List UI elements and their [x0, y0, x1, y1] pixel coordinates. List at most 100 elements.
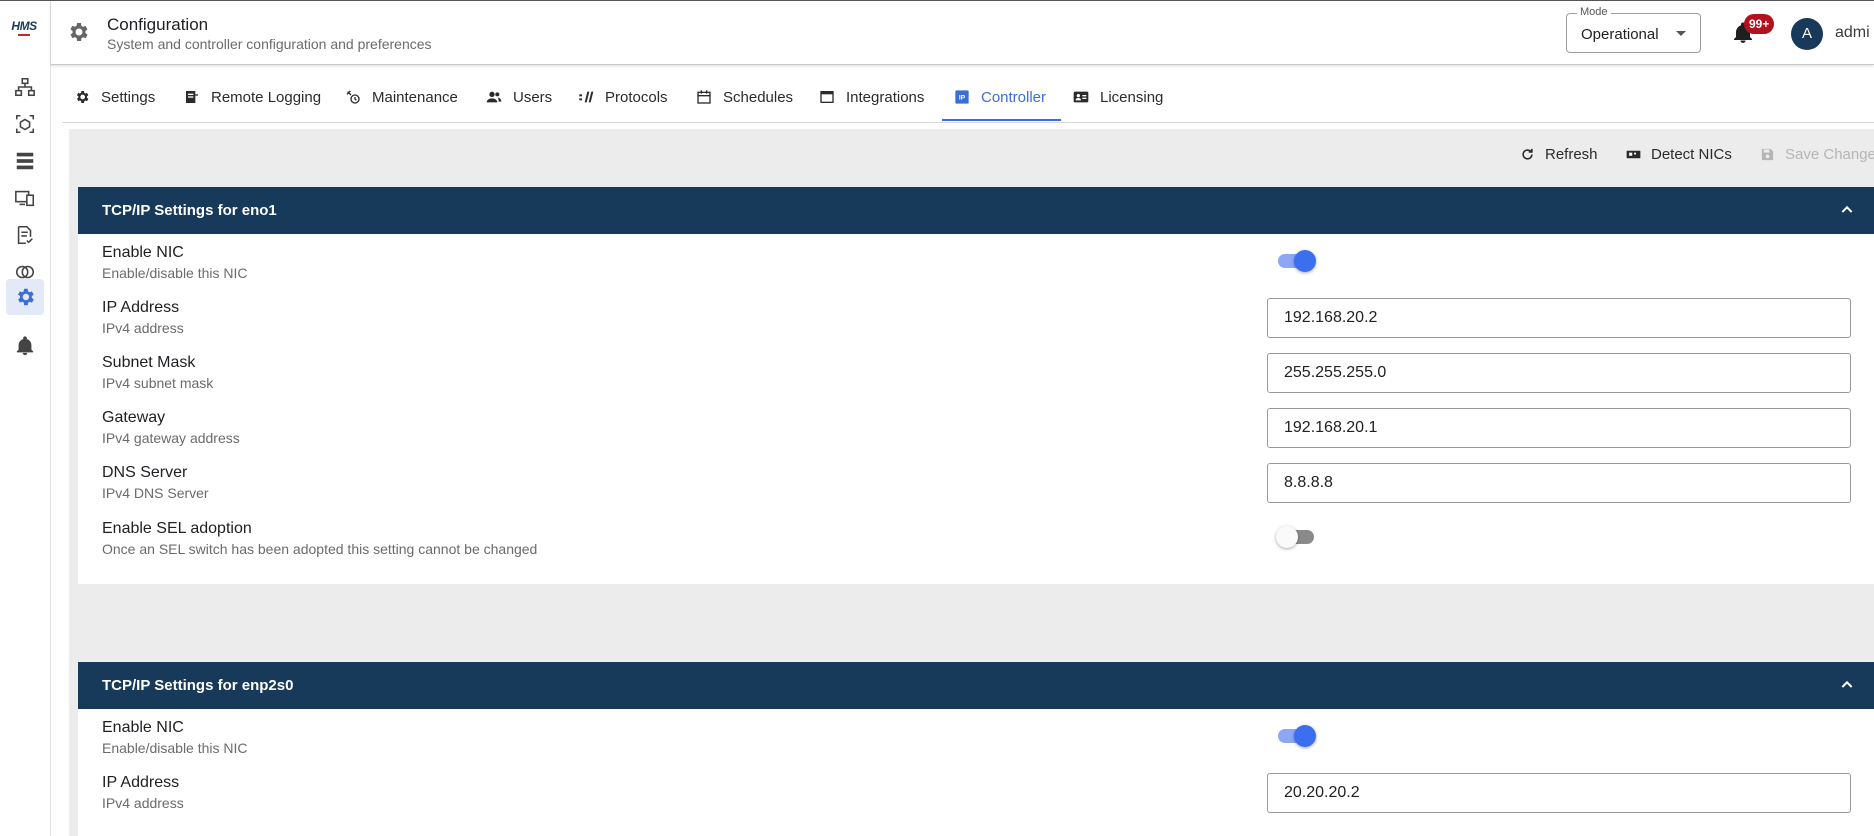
- tab-integrations[interactable]: Integrations: [819, 71, 924, 123]
- tab-label: Maintenance: [372, 88, 458, 106]
- section-header[interactable]: TCP/IP Settings for enp2s0: [78, 662, 1874, 709]
- nic-card-icon: [1626, 150, 1641, 159]
- gear-icon: [70, 23, 88, 41]
- devices-icon: [15, 190, 35, 207]
- setting-label: IP Address: [102, 774, 180, 791]
- setting-label: IP Address: [102, 299, 180, 316]
- setting-row-ip-address: IP Address IPv4 address: [102, 774, 184, 811]
- tab-settings[interactable]: Settings: [74, 71, 155, 123]
- dns-server-field[interactable]: [1267, 463, 1851, 503]
- enable-nic-toggle[interactable]: [1276, 249, 1316, 273]
- tab-label: Schedules: [723, 88, 794, 106]
- active-tab-indicator: [942, 119, 1061, 121]
- gear-icon: [18, 288, 34, 306]
- sidebar-item-reports[interactable]: [6, 216, 44, 254]
- chevron-up-icon[interactable]: [1839, 202, 1855, 218]
- enable-nic-toggle[interactable]: [1276, 724, 1316, 748]
- tab-remote-logging[interactable]: Remote Logging: [184, 71, 321, 123]
- bell-icon: [16, 336, 34, 356]
- sidebar-item-network[interactable]: [6, 68, 44, 106]
- ip-address-field[interactable]: [1267, 298, 1851, 338]
- detect-nics-button[interactable]: Detect NICs: [1626, 146, 1732, 163]
- sidebar-item-alerts[interactable]: [6, 327, 44, 365]
- setting-row-sel-adoption: Enable SEL adoption Once an SEL switch h…: [102, 520, 537, 557]
- tab-maintenance[interactable]: Maintenance: [345, 71, 458, 123]
- app-window: HMS Configuration System and controller …: [0, 0, 1874, 836]
- subnet-mask-field[interactable]: [1267, 353, 1851, 393]
- setting-label: DNS Server: [102, 464, 188, 481]
- ip-address-field[interactable]: [1267, 773, 1851, 813]
- mode-select[interactable]: Mode Operational: [1566, 6, 1701, 53]
- setting-description: IPv4 subnet mask: [102, 375, 214, 391]
- tab-protocols[interactable]: Protocols: [578, 71, 668, 123]
- setting-row-dns-server: DNS Server IPv4 DNS Server: [102, 464, 209, 501]
- logo-text: HMS: [11, 19, 37, 33]
- app-logo[interactable]: HMS: [6, 19, 42, 41]
- mode-select-value: Operational: [1581, 26, 1659, 43]
- setting-description: Once an SEL switch has been adopted this…: [102, 541, 538, 557]
- sidebar-item-configuration[interactable]: [6, 279, 44, 315]
- setting-label: Enable SEL adoption: [102, 520, 252, 537]
- tab-label: Controller: [981, 88, 1047, 106]
- toolbar: Refresh Detect NICs Save Changes: [69, 129, 1874, 179]
- setting-label: Enable NIC: [102, 244, 184, 261]
- save-changes-button[interactable]: Save Changes: [1760, 146, 1874, 163]
- sidebar-item-servers[interactable]: [6, 142, 44, 180]
- nic-section-enp2s0: TCP/IP Settings for enp2s0 Enable NIC En…: [78, 662, 1874, 836]
- setting-row-ip-address: IP Address IPv4 address: [102, 299, 184, 336]
- sel-adoption-toggle[interactable]: [1276, 525, 1316, 549]
- avatar[interactable]: A: [1791, 18, 1823, 50]
- users-icon: [486, 91, 502, 103]
- tab-users[interactable]: Users: [486, 71, 552, 123]
- tab-label: Users: [513, 88, 553, 106]
- refresh-button[interactable]: Refresh: [1520, 146, 1598, 163]
- section-title: TCP/IP Settings for eno1: [102, 202, 277, 219]
- gear-icon: [76, 91, 89, 103]
- controller-panel: Refresh Detect NICs Save Changes TCP/IP …: [69, 129, 1874, 836]
- sidebar-item-assets[interactable]: [6, 105, 44, 143]
- setting-description: Enable/disable this NIC: [102, 265, 248, 281]
- setting-row-enable-nic: Enable NIC Enable/disable this NIC: [102, 719, 248, 756]
- setting-description: IPv4 gateway address: [102, 430, 240, 446]
- server-rack-icon: [16, 152, 34, 170]
- chevron-down-icon: [1676, 31, 1686, 36]
- detect-nics-button-label: Detect NICs: [1651, 146, 1732, 163]
- setting-row-enable-nic: Enable NIC Enable/disable this NIC: [102, 244, 248, 281]
- save-icon: [1761, 148, 1774, 161]
- tab-label: Licensing: [1100, 88, 1164, 106]
- section-header[interactable]: TCP/IP Settings for eno1: [78, 187, 1874, 234]
- tab-label: Remote Logging: [211, 88, 322, 106]
- save-changes-button-label: Save Changes: [1785, 146, 1874, 163]
- tab-licensing[interactable]: Licensing: [1073, 71, 1163, 123]
- setting-description: IPv4 address: [102, 795, 184, 811]
- svg-text:IP: IP: [959, 95, 966, 102]
- refresh-button-label: Refresh: [1545, 146, 1598, 163]
- calendar-icon: [697, 90, 711, 104]
- setting-description: Enable/disable this NIC: [102, 740, 248, 756]
- setting-description: IPv4 address: [102, 320, 184, 336]
- setting-description: IPv4 DNS Server: [102, 485, 209, 501]
- window-icon: [820, 91, 834, 103]
- chevron-up-icon[interactable]: [1839, 677, 1855, 693]
- mode-select-label: Mode: [1577, 6, 1611, 18]
- network-topology-icon: [15, 77, 35, 97]
- sidebar-item-devices[interactable]: [6, 179, 44, 217]
- page-subtitle: System and controller configuration and …: [107, 36, 432, 52]
- section-title: TCP/IP Settings for enp2s0: [102, 677, 294, 694]
- tab-controller[interactable]: IP Controller: [954, 71, 1046, 123]
- username[interactable]: admi: [1835, 24, 1870, 42]
- tab-label: Integrations: [846, 88, 925, 106]
- tab-label: Settings: [101, 88, 156, 106]
- sidebar: HMS: [0, 1, 51, 836]
- ip-icon: IP: [955, 90, 969, 104]
- license-card-icon: [1073, 91, 1089, 103]
- log-icon: [186, 91, 198, 103]
- tab-schedules[interactable]: Schedules: [696, 71, 793, 123]
- page-header: Configuration System and controller conf…: [51, 1, 1874, 65]
- setting-row-gateway: Gateway IPv4 gateway address: [102, 409, 240, 446]
- notifications-badge: 99+: [1744, 14, 1775, 34]
- gateway-field[interactable]: [1267, 408, 1851, 448]
- refresh-icon: [1522, 148, 1533, 160]
- page-title: Configuration: [107, 15, 209, 34]
- setting-label: Enable NIC: [102, 719, 184, 736]
